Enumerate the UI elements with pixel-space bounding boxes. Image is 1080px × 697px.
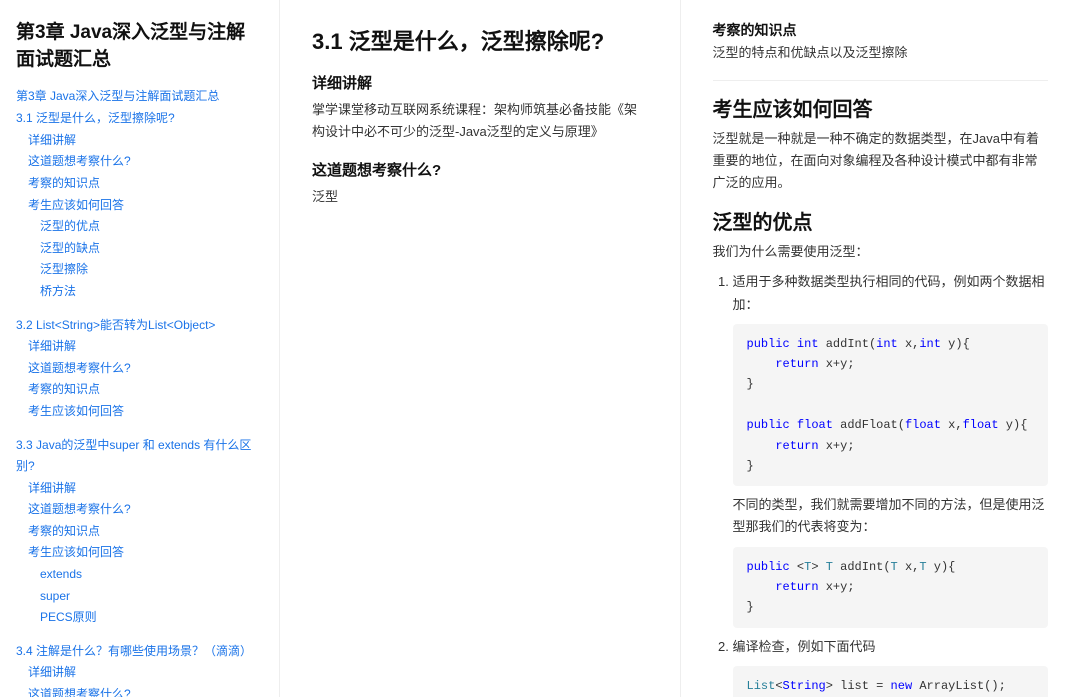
toc-section-3-2: 3.2 List<String>能否转为List<Object> 详细讲解 这道…: [16, 315, 263, 423]
toc-3-1-title[interactable]: 3.1 泛型是什么，泛型擦除呢?: [16, 108, 263, 130]
toc-3-3-detail[interactable]: 详细讲解: [28, 478, 263, 500]
toc-3-2-answer[interactable]: 考生应该如何回答: [28, 401, 263, 423]
advantage-title: 泛型的优点: [713, 206, 1049, 235]
question-content: 泛型: [312, 186, 648, 208]
answer-content: 泛型就是一种就是一种不确定的数据类型，在Java中有着重要的地位，在面向对象编程…: [713, 128, 1049, 194]
toc-3-1-knowledge[interactable]: 考察的知识点: [28, 173, 263, 195]
toc-section-3-1: 3.1 泛型是什么，泛型擦除呢? 详细讲解 这道题想考察什么? 考察的知识点 考…: [16, 108, 263, 302]
toc-3-3-answer[interactable]: 考生应该如何回答: [28, 542, 263, 564]
toc-panel: 第3章 Java深入泛型与注解面试题汇总 第3章 Java深入泛型与注解面试题汇…: [0, 0, 280, 697]
toc-3-1-bridge[interactable]: 桥方法: [40, 281, 263, 303]
toc-3-1-consider[interactable]: 这道题想考察什么?: [28, 151, 263, 173]
toc-3-1-detail[interactable]: 详细讲解: [28, 130, 263, 152]
toc-3-1-advantage[interactable]: 泛型的优点: [40, 216, 263, 238]
detail-subtitle: 详细讲解: [312, 72, 648, 93]
toc-3-3-pecs[interactable]: PECS原则: [40, 607, 263, 629]
advantage-item-1: 适用于多种数据类型执行相同的代码，例如两个数据相加： public int ad…: [733, 271, 1049, 627]
toc-3-2-knowledge[interactable]: 考察的知识点: [28, 379, 263, 401]
code-block-3: List<String> list = new ArrayList(); lis…: [733, 666, 1049, 697]
toc-3-4-consider[interactable]: 这道题想考察什么?: [28, 684, 263, 697]
toc-3-4-detail[interactable]: 详细讲解: [28, 662, 263, 684]
course-desc: 掌学课堂移动互联网系统课程：架构师筑基必备技能《架构设计中必不可少的泛型-Jav…: [312, 99, 648, 143]
toc-3-1-answer[interactable]: 考生应该如何回答: [28, 195, 263, 217]
chapter-title: 第3章 Java深入泛型与注解面试题汇总: [16, 20, 263, 73]
toc-3-1-disadvantage[interactable]: 泛型的缺点: [40, 238, 263, 260]
toc-3-3-knowledge[interactable]: 考察的知识点: [28, 521, 263, 543]
advantage-intro: 我们为什么需要使用泛型：: [713, 241, 1049, 263]
section-title: 3.1 泛型是什么，泛型擦除呢?: [312, 24, 648, 56]
toc-3-2-title[interactable]: 3.2 List<String>能否转为List<Object>: [16, 315, 263, 337]
answer-title: 考生应该如何回答: [713, 93, 1049, 122]
toc-3-2-detail[interactable]: 详细讲解: [28, 336, 263, 358]
toc-section-3-3: 3.3 Java的泛型中super 和 extends 有什么区别? 详细讲解 …: [16, 435, 263, 629]
main-content-panel: 3.1 泛型是什么，泛型擦除呢? 详细讲解 掌学课堂移动互联网系统课程：架构师筑…: [280, 0, 680, 697]
toc-3-2-consider[interactable]: 这道题想考察什么?: [28, 358, 263, 380]
question-subtitle: 这道题想考察什么?: [312, 159, 648, 180]
toc-3-3-super[interactable]: super: [40, 586, 263, 608]
toc-3-3-extends[interactable]: extends: [40, 564, 263, 586]
toc-3-1-erasure[interactable]: 泛型擦除: [40, 259, 263, 281]
code-block-1: public int addInt(int x,int y){ return x…: [733, 324, 1049, 487]
toc-3-3-consider[interactable]: 这道题想考察什么?: [28, 499, 263, 521]
knowledge-content: 泛型的特点和优缺点以及泛型擦除: [713, 42, 1049, 64]
toc-3-3-title[interactable]: 3.3 Java的泛型中super 和 extends 有什么区别?: [16, 435, 263, 478]
knowledge-section: 考察的知识点 泛型的特点和优缺点以及泛型擦除: [713, 20, 1049, 81]
toc-3-4-title[interactable]: 3.4 注解是什么？有哪些使用场景？（滴滴）: [16, 641, 263, 663]
advantage-item-2: 编译检查，例如下面代码 List<String> list = new Arra…: [733, 636, 1049, 697]
toc-top-link[interactable]: 第3章 Java深入泛型与注解面试题汇总: [16, 87, 263, 104]
knowledge-title: 考察的知识点: [713, 20, 1049, 40]
code-block-2: public <T> T addInt(T x,T y){ return x+y…: [733, 547, 1049, 628]
advantage-list: 适用于多种数据类型执行相同的代码，例如两个数据相加： public int ad…: [713, 271, 1049, 697]
toc-section-3-4: 3.4 注解是什么？有哪些使用场景？（滴滴） 详细讲解 这道题想考察什么? 考察…: [16, 641, 263, 697]
right-content-panel: 考察的知识点 泛型的特点和优缺点以及泛型擦除 考生应该如何回答 泛型就是一种就是…: [680, 0, 1080, 697]
advantage-transition: 不同的类型，我们就需要增加不同的方法，但是使用泛型那我们的代表将变为：: [733, 494, 1049, 538]
